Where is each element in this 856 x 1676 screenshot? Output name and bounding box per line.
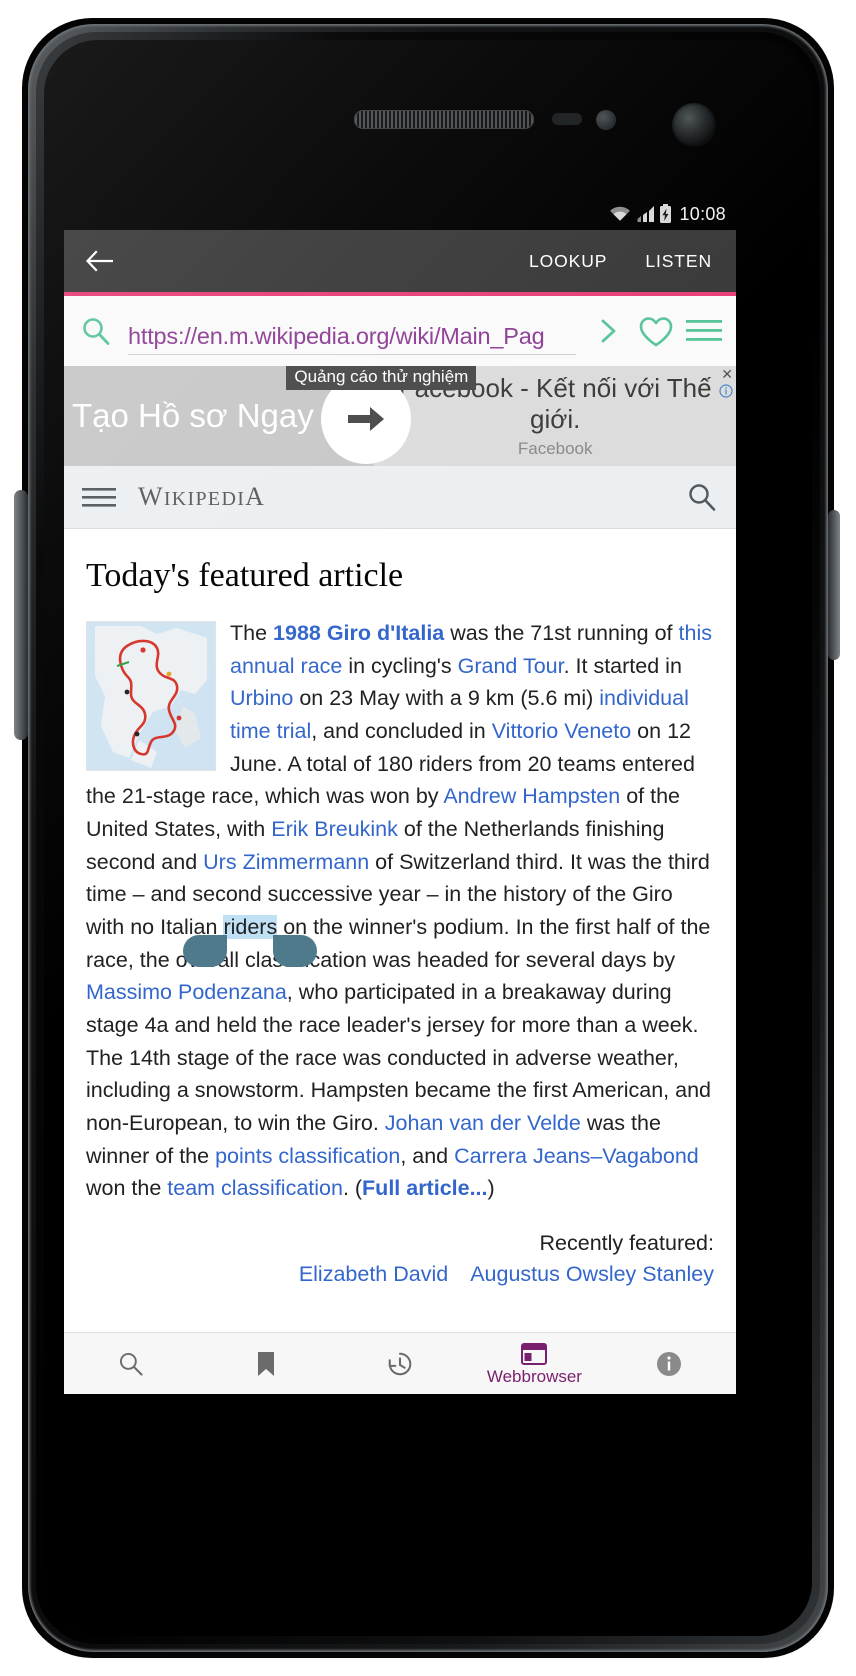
search-icon[interactable] xyxy=(72,307,120,355)
battery-charging-icon xyxy=(659,204,672,224)
ad-headline: Tạo Hồ sơ Ngay xyxy=(72,397,314,435)
recently-featured-label: Recently featured: xyxy=(539,1231,715,1256)
browser-url-bar: https://en.m.wikipedia.org/wiki/Main_Pag xyxy=(64,296,736,366)
ad-banner[interactable]: Tạo Hồ sơ Ngay Facebook - Kết nối với Th… xyxy=(64,366,736,466)
nav-search[interactable] xyxy=(64,1333,198,1394)
nav-bookmarks[interactable] xyxy=(198,1333,332,1394)
article-link[interactable]: points classification xyxy=(215,1144,400,1168)
article-link[interactable]: Johan van der Velde xyxy=(385,1111,581,1135)
nav-info[interactable] xyxy=(602,1333,736,1394)
article-text: was the 71st running of xyxy=(444,621,679,645)
signal-icon xyxy=(635,205,655,223)
nav-webbrowser[interactable]: Webbrowser xyxy=(467,1333,601,1394)
hamburger-menu-icon[interactable] xyxy=(680,307,728,355)
back-arrow-icon[interactable] xyxy=(80,241,120,281)
article-text: . ( xyxy=(342,1176,363,1201)
search-icon[interactable] xyxy=(686,481,718,513)
recently-featured-link[interactable]: Elizabeth David xyxy=(299,1262,448,1286)
selection-handle-start[interactable] xyxy=(183,935,228,968)
ad-tooltip: Quảng cáo thử nghiệm xyxy=(286,366,477,390)
nav-webbrowser-label: Webbrowser xyxy=(486,1366,582,1386)
article-link[interactable]: Urbino xyxy=(230,686,293,710)
recently-featured-link[interactable]: Augustus Owsley Stanley xyxy=(470,1262,714,1286)
front-camera xyxy=(672,103,716,147)
article-text: in cycling's xyxy=(342,653,458,678)
earpiece-speaker xyxy=(354,110,534,129)
article-link[interactable]: 1988 Giro d'Italia xyxy=(273,621,444,645)
proximity-sensor xyxy=(552,113,582,125)
ad-advertiser: Facebook xyxy=(517,438,593,458)
article-text: on 23 May with a 9 km (5.6 mi) xyxy=(293,686,600,711)
url-input[interactable]: https://en.m.wikipedia.org/wiki/Main_Pag xyxy=(128,308,576,355)
selection-handle-end[interactable] xyxy=(273,935,318,968)
article-link[interactable]: Vittorio Veneto xyxy=(492,719,631,743)
selected-text[interactable]: riders xyxy=(223,915,278,940)
chevron-right-icon[interactable] xyxy=(584,307,632,355)
article-link[interactable]: Grand Tour xyxy=(458,654,564,678)
wikipedia-logo[interactable]: WIKIPEDIA xyxy=(138,482,265,512)
article-link[interactable]: Massimo Podenzana xyxy=(86,980,287,1004)
phone-screen: 10:08 LOOKUP LISTEN https://en.m.wikiped… xyxy=(64,198,736,1394)
app-action-bar: LOOKUP LISTEN xyxy=(64,230,736,292)
article-link[interactable]: Full article... xyxy=(362,1176,487,1200)
status-bar: 10:08 xyxy=(64,198,736,230)
wikipedia-header: WIKIPEDIA xyxy=(64,466,736,529)
article-link[interactable]: team classification xyxy=(167,1176,343,1200)
listen-button[interactable]: LISTEN xyxy=(639,251,718,272)
page-title: Today's featured article xyxy=(86,557,404,594)
ad-info-icon[interactable] xyxy=(719,384,733,398)
power-button[interactable] xyxy=(828,510,840,660)
lookup-button[interactable]: LOOKUP xyxy=(523,251,613,272)
url-text: https://en.m.wikipedia.org/wiki/Main_Pag xyxy=(128,322,545,349)
hamburger-menu-icon[interactable] xyxy=(82,485,116,509)
nav-history[interactable] xyxy=(333,1333,467,1394)
article-link[interactable]: Carrera Jeans–Vagabond xyxy=(454,1144,699,1168)
article-text: , and xyxy=(400,1143,455,1168)
article-text: ) xyxy=(487,1176,495,1201)
article-text: , and concluded in xyxy=(311,719,492,744)
light-sensor xyxy=(596,110,616,130)
screenshot-root: 10:08 LOOKUP LISTEN https://en.m.wikiped… xyxy=(0,0,856,1676)
article-link[interactable]: Urs Zimmermann xyxy=(203,850,369,874)
article-text: won the xyxy=(86,1176,168,1201)
close-icon[interactable]: ✕ xyxy=(721,367,733,381)
article-thumbnail[interactable] xyxy=(86,621,216,771)
status-bar-clock: 10:08 xyxy=(679,203,726,224)
volume-button[interactable] xyxy=(14,490,28,740)
article-text: The xyxy=(230,621,274,645)
recently-featured-links: Elizabeth David Augustus Owsley Stanley xyxy=(86,1262,714,1287)
bottom-navigation-bar: Webbrowser xyxy=(64,1332,736,1394)
article-link[interactable]: Erik Breukink xyxy=(271,817,398,841)
heart-icon[interactable] xyxy=(632,307,680,355)
webpage-content: Today's featured article The 1988 Giro d… xyxy=(64,529,736,1332)
article-link[interactable]: Andrew Hampsten xyxy=(443,784,620,808)
wifi-icon xyxy=(609,205,631,223)
article-text: . It started in xyxy=(563,653,682,678)
